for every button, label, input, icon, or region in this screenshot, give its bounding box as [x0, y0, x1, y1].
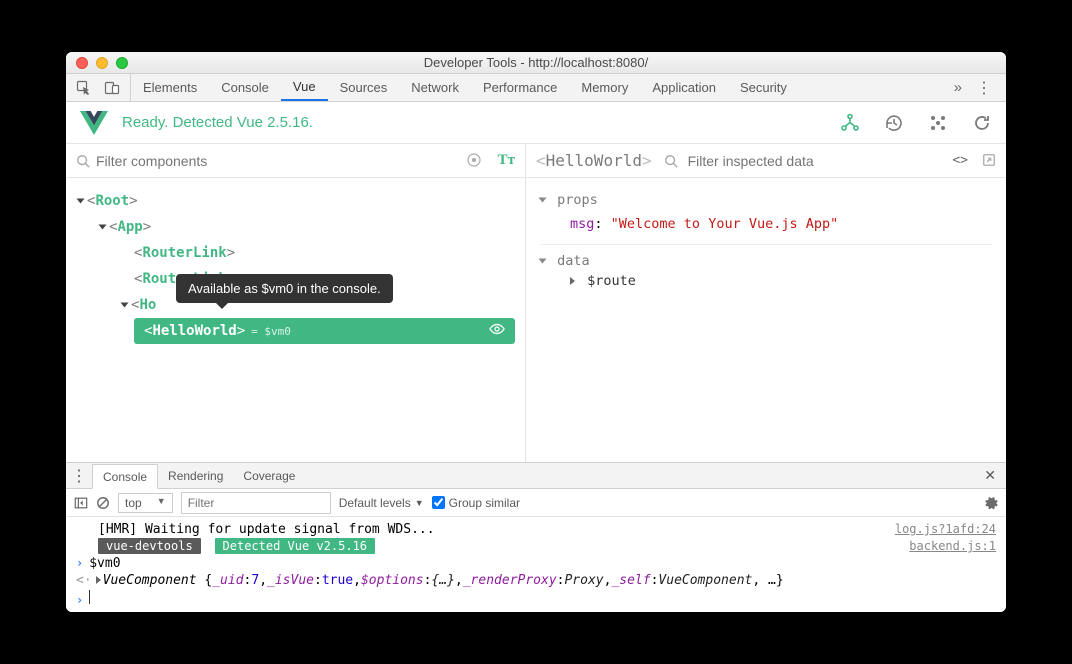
- console-prompt[interactable]: ›: [66, 589, 1006, 608]
- tree-node-root[interactable]: <Root>: [74, 188, 521, 214]
- console-settings-icon[interactable]: [983, 495, 998, 510]
- log-source-link[interactable]: backend.js:1: [909, 539, 996, 553]
- devtools-tab-network[interactable]: Network: [399, 74, 471, 101]
- format-icon[interactable]: Tт: [498, 152, 515, 169]
- log-source-link[interactable]: log.js?1afd:24: [895, 522, 996, 536]
- log-levels-selector[interactable]: Default levels▼: [339, 496, 424, 510]
- components-tab-icon[interactable]: [840, 113, 860, 133]
- history-icon[interactable]: [884, 113, 904, 133]
- console-log-line: [HMR] Waiting for update signal from WDS…: [66, 521, 1006, 538]
- drawer-tab-console[interactable]: Console: [92, 464, 158, 489]
- data-row[interactable]: $route: [540, 273, 992, 289]
- devtools-tab-sources[interactable]: Sources: [328, 74, 400, 101]
- prop-value: "Welcome to Your Vue.js App": [611, 216, 839, 232]
- drawer-kebab-icon[interactable]: ⋮: [66, 466, 92, 486]
- component-tree-pane: Tт <Root> <App> <RouterLink> <RouterLink…: [66, 144, 526, 462]
- zoom-window-button[interactable]: [116, 57, 128, 69]
- eye-icon[interactable]: [489, 321, 505, 341]
- titlebar: Developer Tools - http://localhost:8080/: [66, 52, 1006, 74]
- console-input-echo: › $vm0: [66, 555, 1006, 572]
- prompt-icon: ›: [76, 556, 83, 570]
- console-drawer: ⋮ Console Rendering Coverage ✕ top Defau…: [66, 462, 1006, 612]
- devtools-tabbar: ElementsConsoleVueSourcesNetworkPerforma…: [66, 74, 1006, 102]
- device-toolbar-icon[interactable]: [104, 80, 120, 96]
- devtools-tab-elements[interactable]: Elements: [131, 74, 209, 101]
- devtools-tab-application[interactable]: Application: [640, 74, 728, 101]
- devtools-tab-security[interactable]: Security: [728, 74, 799, 101]
- vue-toolbar: Ready. Detected Vue 2.5.16.: [66, 102, 1006, 144]
- devtools-tab-performance[interactable]: Performance: [471, 74, 569, 101]
- output-arrow-icon: <·: [76, 573, 92, 588]
- more-tabs-icon[interactable]: »: [954, 79, 962, 96]
- close-window-button[interactable]: [76, 57, 88, 69]
- minimize-window-button[interactable]: [96, 57, 108, 69]
- devtools-tab-memory[interactable]: Memory: [569, 74, 640, 101]
- window-title: Developer Tools - http://localhost:8080/: [66, 55, 1006, 70]
- target-icon[interactable]: [466, 152, 482, 169]
- inspect-element-icon[interactable]: [76, 80, 92, 96]
- prompt-icon: ›: [76, 593, 83, 607]
- props-section-header[interactable]: props: [540, 192, 992, 208]
- devtools-tab-console[interactable]: Console: [209, 74, 281, 101]
- tree-node-app[interactable]: <App>: [74, 214, 521, 240]
- open-editor-icon[interactable]: [982, 153, 996, 168]
- devtools-window: Developer Tools - http://localhost:8080/…: [66, 52, 1006, 612]
- inspected-component-name: <HelloWorld>: [536, 151, 652, 170]
- console-output-line[interactable]: <· VueComponent {_uid: 7, _isVue: true, …: [66, 572, 1006, 589]
- search-icon: [664, 154, 678, 168]
- vuex-icon[interactable]: [928, 113, 948, 133]
- vm-tooltip: Available as $vm0 in the console.: [176, 274, 393, 303]
- filter-inspected-input[interactable]: [688, 153, 953, 169]
- search-icon: [76, 154, 90, 168]
- component-details-pane: <HelloWorld> <> props msg: "Welcome to Y…: [526, 144, 1006, 462]
- data-section-header[interactable]: data: [540, 253, 992, 269]
- vue-status-text: Ready. Detected Vue 2.5.16.: [122, 114, 313, 131]
- show-console-sidebar-icon[interactable]: [74, 496, 88, 510]
- log-pill: Detected Vue v2.5.16: [215, 538, 376, 554]
- context-selector[interactable]: top: [118, 493, 173, 513]
- console-filter-input[interactable]: [181, 492, 331, 514]
- tree-node-selected[interactable]: <HelloWorld> = $vm0: [134, 318, 515, 344]
- filter-components-input[interactable]: [96, 153, 466, 169]
- inspect-dom-icon[interactable]: <>: [952, 153, 968, 168]
- drawer-close-icon[interactable]: ✕: [974, 467, 1006, 484]
- prop-key: msg: [570, 216, 594, 232]
- console-log-line: vue-devtools Detected Vue v2.5.16 backen…: [66, 538, 1006, 555]
- kebab-menu-icon[interactable]: ⋮: [976, 78, 992, 98]
- log-pill: vue-devtools: [98, 538, 201, 554]
- drawer-tab-rendering[interactable]: Rendering: [158, 463, 233, 488]
- vm-label: = $vm0: [251, 325, 291, 338]
- tree-node-routerlink[interactable]: <RouterLink>: [74, 240, 521, 266]
- prop-row: msg: "Welcome to Your Vue.js App": [540, 212, 992, 236]
- group-similar-checkbox[interactable]: Group similar: [432, 496, 520, 510]
- refresh-icon[interactable]: [972, 113, 992, 133]
- devtools-tab-vue[interactable]: Vue: [281, 74, 328, 101]
- vue-logo-icon: [80, 109, 108, 137]
- clear-console-icon[interactable]: [96, 496, 110, 510]
- drawer-tab-coverage[interactable]: Coverage: [233, 463, 305, 488]
